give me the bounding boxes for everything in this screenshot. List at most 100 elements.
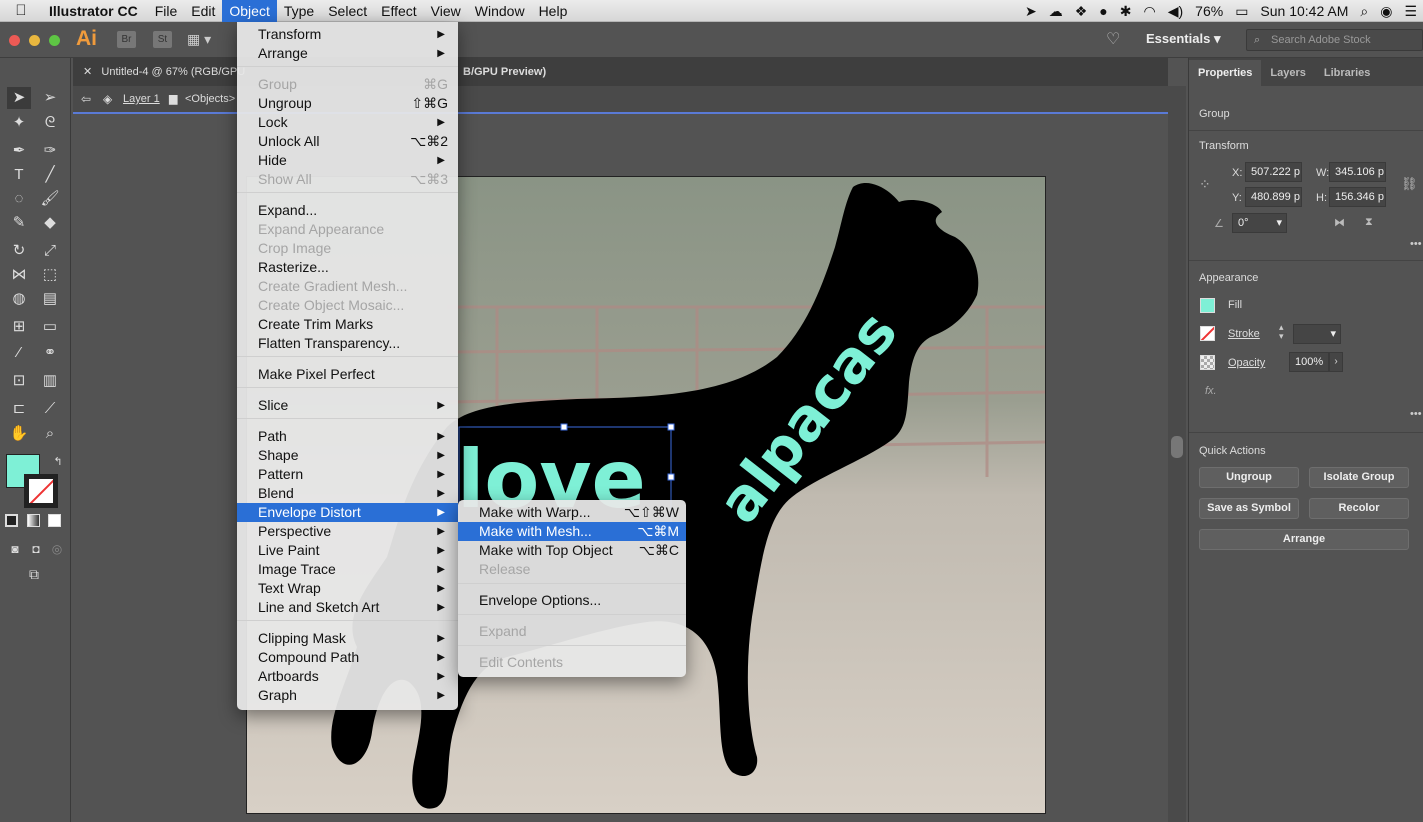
battery-icon[interactable]: ▭: [1229, 0, 1254, 22]
minimize-window-button[interactable]: [29, 35, 40, 46]
color-mode-icon[interactable]: [5, 514, 18, 527]
blob-brush-icon[interactable]: ✎: [7, 212, 31, 234]
gradient-mode-icon[interactable]: [27, 514, 40, 527]
pen-tool-icon[interactable]: ✒: [7, 140, 31, 162]
selection-handle[interactable]: [667, 473, 675, 481]
stock-button[interactable]: St: [153, 31, 172, 48]
menu-edit[interactable]: Edit: [184, 0, 222, 22]
menu-item-envelope-distort[interactable]: Envelope Distort ▶: [237, 503, 458, 522]
flip-vertical-icon[interactable]: ⧗: [1365, 216, 1373, 229]
submenu-item-envelope-options[interactable]: Envelope Options...: [458, 591, 686, 610]
menu-item-pattern[interactable]: Pattern ▶: [237, 465, 458, 484]
menu-item-transform[interactable]: Transform ▶: [237, 25, 458, 44]
opacity-field[interactable]: 100%: [1289, 352, 1329, 372]
ungroup-button[interactable]: Ungroup: [1199, 467, 1299, 488]
line-tool-icon[interactable]: ╱: [38, 164, 62, 186]
selection-tool-icon[interactable]: ➤: [7, 87, 31, 109]
blend-tool-icon[interactable]: ⚭: [38, 342, 62, 364]
free-transform-icon[interactable]: ⬚: [38, 264, 62, 286]
menu-item-unlock-all[interactable]: Unlock All ⌥⌘2: [237, 132, 458, 151]
scrollbar-thumb[interactable]: [1171, 436, 1183, 458]
tab-properties[interactable]: Properties: [1189, 60, 1262, 86]
menu-item-line-and-sketch-art[interactable]: Line and Sketch Art ▶: [237, 598, 458, 617]
perspective-grid-icon[interactable]: ▤: [38, 288, 62, 310]
tab-layers[interactable]: Layers: [1261, 60, 1314, 86]
selection-handle[interactable]: [560, 423, 568, 431]
apple-icon[interactable]: : [0, 2, 42, 19]
menu-item-ungroup[interactable]: Ungroup ⇧⌘G: [237, 94, 458, 113]
clock[interactable]: Sun 10:42 AM: [1254, 0, 1354, 22]
close-window-button[interactable]: [9, 35, 20, 46]
swap-fill-stroke-icon[interactable]: ↰: [46, 451, 70, 473]
eraser-icon[interactable]: ◆: [38, 212, 62, 234]
menu-select[interactable]: Select: [321, 0, 374, 22]
reference-point-icon[interactable]: ⁘: [1199, 176, 1211, 193]
back-arrow-icon[interactable]: ⇦: [81, 92, 91, 106]
rotate-tool-icon[interactable]: ↻: [7, 240, 31, 262]
zoom-window-button[interactable]: [49, 35, 60, 46]
spotlight-icon[interactable]: ⌕: [1354, 0, 1374, 22]
menu-item-flatten-transparency[interactable]: Flatten Transparency...: [237, 334, 458, 353]
none-mode-icon[interactable]: [48, 514, 61, 527]
lightbulb-icon[interactable]: ♡: [1106, 29, 1120, 49]
chat-icon[interactable]: ●: [1093, 0, 1113, 22]
menu-item-path[interactable]: Path ▶: [237, 427, 458, 446]
more-options-icon[interactable]: •••: [1410, 238, 1422, 250]
save-as-symbol-button[interactable]: Save as Symbol: [1199, 498, 1299, 519]
document-tab-2[interactable]: B/GPU Preview): [453, 58, 573, 86]
stroke-swatch[interactable]: [24, 474, 58, 508]
submenu-item-make-with-top-object[interactable]: Make with Top Object ⌥⌘C: [458, 541, 686, 560]
notification-icon[interactable]: ☰: [1398, 0, 1423, 22]
menu-view[interactable]: View: [424, 0, 468, 22]
menu-file[interactable]: File: [148, 0, 185, 22]
battery-percent[interactable]: 76%: [1189, 0, 1229, 22]
volume-icon[interactable]: ◀): [1162, 0, 1189, 22]
menu-item-create-trim-marks[interactable]: Create Trim Marks: [237, 315, 458, 334]
menu-item-blend[interactable]: Blend ▶: [237, 484, 458, 503]
submenu-item-make-with-mesh[interactable]: Make with Mesh... ⌥⌘M: [458, 522, 686, 541]
flip-horizontal-icon[interactable]: ⧓: [1334, 216, 1345, 229]
menu-item-slice[interactable]: Slice ▶: [237, 396, 458, 415]
menu-item-expand[interactable]: Expand...: [237, 201, 458, 220]
stroke-color-swatch[interactable]: [1200, 326, 1215, 341]
mesh-tool-icon[interactable]: ⊞: [7, 316, 31, 338]
rotate-field[interactable]: 0° ▾: [1232, 213, 1287, 233]
type-tool-icon[interactable]: T: [7, 164, 31, 186]
menu-item-graph[interactable]: Graph ▶: [237, 686, 458, 705]
graph-tool-icon[interactable]: ▥: [38, 370, 62, 392]
arrange-button[interactable]: Arrange: [1199, 529, 1409, 550]
more-options-icon[interactable]: •••: [1410, 408, 1422, 420]
bridge-button[interactable]: Br: [117, 31, 136, 48]
menu-app-name[interactable]: Illustrator CC: [42, 0, 148, 22]
lasso-icon[interactable]: ᘓ: [38, 112, 62, 134]
draw-inside-icon[interactable]: ◎: [45, 538, 69, 560]
menu-item-arrange[interactable]: Arrange ▶: [237, 44, 458, 63]
menu-item-text-wrap[interactable]: Text Wrap ▶: [237, 579, 458, 598]
menu-item-lock[interactable]: Lock ▶: [237, 113, 458, 132]
menu-item-compound-path[interactable]: Compound Path ▶: [237, 648, 458, 667]
constrain-proportions-icon[interactable]: ⛓: [1401, 176, 1418, 192]
x-field[interactable]: 507.222 p: [1245, 162, 1302, 182]
menu-item-image-trace[interactable]: Image Trace ▶: [237, 560, 458, 579]
isolate-group-button[interactable]: Isolate Group: [1309, 467, 1409, 488]
height-field[interactable]: 156.346 p: [1329, 187, 1386, 207]
fx-button[interactable]: fx.: [1205, 385, 1217, 397]
artboard-tool-icon[interactable]: ⊏: [7, 398, 31, 420]
recolor-button[interactable]: Recolor: [1309, 498, 1409, 519]
symbol-sprayer-icon[interactable]: ⊡: [7, 370, 31, 392]
menu-window[interactable]: Window: [468, 0, 532, 22]
hand-tool-icon[interactable]: ✋: [7, 423, 31, 445]
stroke-stepper[interactable]: ▴ ▾: [1279, 323, 1284, 341]
creative-cloud-icon[interactable]: ☁: [1043, 0, 1069, 22]
stock-search-input[interactable]: ⌕ Search Adobe Stock: [1246, 29, 1423, 51]
submenu-item-make-with-warp[interactable]: Make with Warp... ⌥⇧⌘W: [458, 503, 686, 522]
selection-handle[interactable]: [667, 423, 675, 431]
menu-item-live-paint[interactable]: Live Paint ▶: [237, 541, 458, 560]
slice-tool-icon[interactable]: ⟋: [38, 398, 62, 420]
vertical-scrollbar[interactable]: [1168, 86, 1186, 822]
curvature-tool-icon[interactable]: ✑: [38, 140, 62, 162]
paintbrush-icon[interactable]: 🖌: [38, 188, 62, 210]
gradient-tool-icon[interactable]: ▭: [38, 316, 62, 338]
menu-help[interactable]: Help: [532, 0, 575, 22]
menu-item-clipping-mask[interactable]: Clipping Mask ▶: [237, 629, 458, 648]
